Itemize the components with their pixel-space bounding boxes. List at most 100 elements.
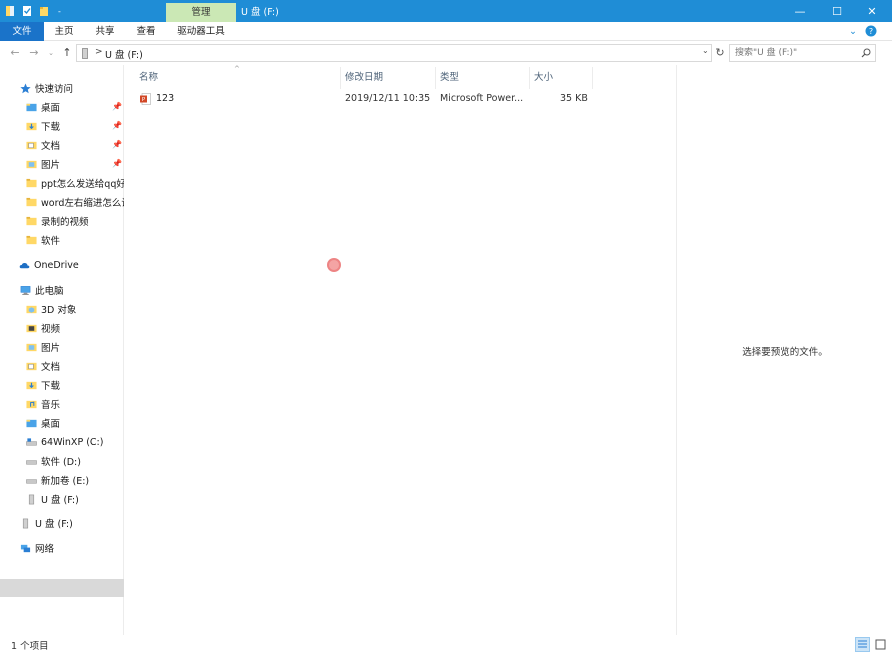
nav-pc-pictures[interactable]: 图片: [26, 338, 60, 356]
breadcrumb-path[interactable]: U 盘 (F:): [105, 47, 143, 61]
tab-manage[interactable]: 管理: [166, 3, 236, 22]
nav-quick-pictures[interactable]: 图片: [26, 155, 60, 173]
large-icons-view-icon[interactable]: [873, 637, 888, 652]
column-divider[interactable]: [529, 67, 530, 89]
cloud-icon: [19, 262, 30, 268]
nav-label: 音乐: [41, 400, 61, 411]
preview-pane: 选择要预览的文件。: [676, 65, 892, 635]
nav-quick-downloads[interactable]: 下载: [26, 117, 60, 135]
desktop-folder-icon: [26, 103, 37, 111]
documents-folder-icon: [26, 362, 37, 370]
nav-pc-drive-f[interactable]: U 盘 (F:): [26, 490, 79, 508]
navigation-pane: 快速访问 桌面 📌 下载 📌 文档 📌 图片 📌 ppt怎么发送给qq好 wor…: [0, 65, 131, 635]
recent-locations-icon[interactable]: ⌄: [44, 45, 58, 61]
tab-view[interactable]: 查看: [132, 22, 160, 41]
search-icon: [861, 48, 871, 58]
nav-pc-music[interactable]: 音乐: [26, 395, 60, 413]
quick-access-toolbar: -: [5, 3, 61, 19]
nav-label: 快速访问: [35, 84, 74, 95]
network-icon: [20, 544, 31, 552]
item-count: 1 个项目: [11, 641, 49, 652]
nav-pc-documents[interactable]: 文档: [26, 357, 60, 375]
nav-label: U 盘 (F:): [35, 519, 73, 530]
address-bar[interactable]: > U 盘 (F:) ⌄: [76, 44, 712, 62]
column-header-name[interactable]: 名称: [139, 69, 158, 87]
nav-label: 3D 对象: [41, 305, 77, 316]
nav-label: 文档: [41, 141, 61, 152]
nav-label: U 盘 (F:): [41, 495, 79, 506]
documents-folder-icon: [26, 141, 37, 149]
nav-label: 桌面: [41, 419, 61, 430]
videos-folder-icon: [26, 324, 37, 332]
address-dropdown-icon[interactable]: ⌄: [702, 46, 709, 55]
sort-indicator-icon: ^: [234, 65, 240, 73]
breadcrumb-separator[interactable]: >: [95, 47, 103, 57]
folder-icon: [26, 235, 37, 244]
nav-quick-desktop[interactable]: 桌面: [26, 98, 60, 116]
nav-pc-3d-objects[interactable]: 3D 对象: [26, 300, 76, 318]
nav-pc-drive-c[interactable]: 64WinXP (C:): [26, 433, 103, 451]
nav-quick-documents[interactable]: 文档: [26, 136, 60, 154]
column-header-size[interactable]: 大小: [534, 69, 553, 87]
new-folder-icon[interactable]: [39, 5, 49, 17]
nav-pc-drive-e[interactable]: 新加卷 (E:): [26, 471, 89, 489]
column-header-modified[interactable]: 修改日期: [345, 69, 383, 87]
nav-this-pc[interactable]: 此电脑: [20, 281, 64, 299]
nav-onedrive[interactable]: OneDrive: [19, 256, 79, 274]
tab-home[interactable]: 主页: [50, 22, 78, 41]
window-title: U 盘 (F:): [241, 7, 279, 18]
maximize-button[interactable]: ☐: [817, 0, 857, 22]
nav-pc-videos[interactable]: 视频: [26, 319, 60, 337]
nav-quick-access[interactable]: 快速访问: [20, 79, 73, 97]
nav-label: 图片: [41, 343, 61, 354]
nav-label: 下载: [41, 122, 61, 133]
customize-toolbar-icon[interactable]: -: [58, 7, 61, 16]
tab-share[interactable]: 共享: [91, 22, 119, 41]
column-divider[interactable]: [340, 67, 341, 89]
ribbon-tabs: 文件 主页 共享 查看 驱动器工具 ⌄ ?: [0, 22, 892, 41]
nav-label: 软件 (D:): [41, 457, 81, 468]
search-input[interactable]: 搜索"U 盘 (F:)": [729, 44, 876, 62]
file-name[interactable]: 123: [156, 90, 174, 108]
usb-drive-icon: [82, 48, 88, 59]
refresh-icon[interactable]: ↻: [713, 45, 727, 61]
nav-label: 新加卷 (E:): [41, 476, 90, 487]
column-divider[interactable]: [435, 67, 436, 89]
help-icon[interactable]: ?: [864, 22, 878, 41]
nav-pc-desktop[interactable]: 桌面: [26, 414, 60, 432]
forward-icon[interactable]: →: [27, 45, 41, 61]
nav-label: 录制的视频: [41, 217, 89, 228]
column-header-type[interactable]: 类型: [440, 69, 459, 87]
nav-usb-drive[interactable]: U 盘 (F:): [20, 514, 73, 532]
nav-label: 64WinXP (C:): [41, 436, 104, 448]
tab-drive-tools[interactable]: 驱动器工具: [173, 22, 229, 41]
downloads-folder-icon: [26, 122, 37, 130]
nav-quick-folder[interactable]: 录制的视频: [26, 212, 89, 230]
svg-text:?: ?: [869, 27, 873, 36]
up-icon[interactable]: ↑: [60, 45, 74, 61]
tab-file[interactable]: 文件: [0, 22, 44, 41]
desktop-folder-icon: [26, 419, 37, 427]
search-placeholder: 搜索"U 盘 (F:)": [735, 48, 798, 58]
nav-quick-folder[interactable]: 软件: [26, 231, 60, 249]
nav-quick-folder[interactable]: word左右缩进怎么设: [26, 193, 131, 211]
back-icon[interactable]: ←: [8, 45, 22, 61]
properties-icon[interactable]: [22, 5, 32, 17]
file-list: ^ 名称 修改日期 类型 大小 P 123 2019/12/11 10:35 M…: [124, 65, 676, 635]
column-divider[interactable]: [592, 67, 593, 89]
expand-ribbon-icon[interactable]: ⌄: [846, 22, 860, 41]
windows-drive-icon: [26, 437, 37, 445]
nav-pc-downloads[interactable]: 下载: [26, 376, 60, 394]
details-view-icon[interactable]: [855, 637, 870, 652]
close-button[interactable]: ✕: [852, 0, 892, 22]
nav-quick-folder[interactable]: ppt怎么发送给qq好: [26, 174, 126, 192]
nav-pc-drive-d[interactable]: 软件 (D:): [26, 452, 81, 470]
nav-network[interactable]: 网络: [20, 539, 54, 557]
file-row[interactable]: P 123 2019/12/11 10:35 Microsoft Power..…: [136, 90, 596, 108]
nav-selection-highlight: [0, 579, 124, 597]
nav-label: 视频: [41, 324, 61, 335]
pictures-folder-icon: [26, 343, 37, 351]
minimize-button[interactable]: —: [780, 0, 820, 22]
folder-icon: [26, 216, 37, 225]
computer-icon: [20, 285, 31, 295]
